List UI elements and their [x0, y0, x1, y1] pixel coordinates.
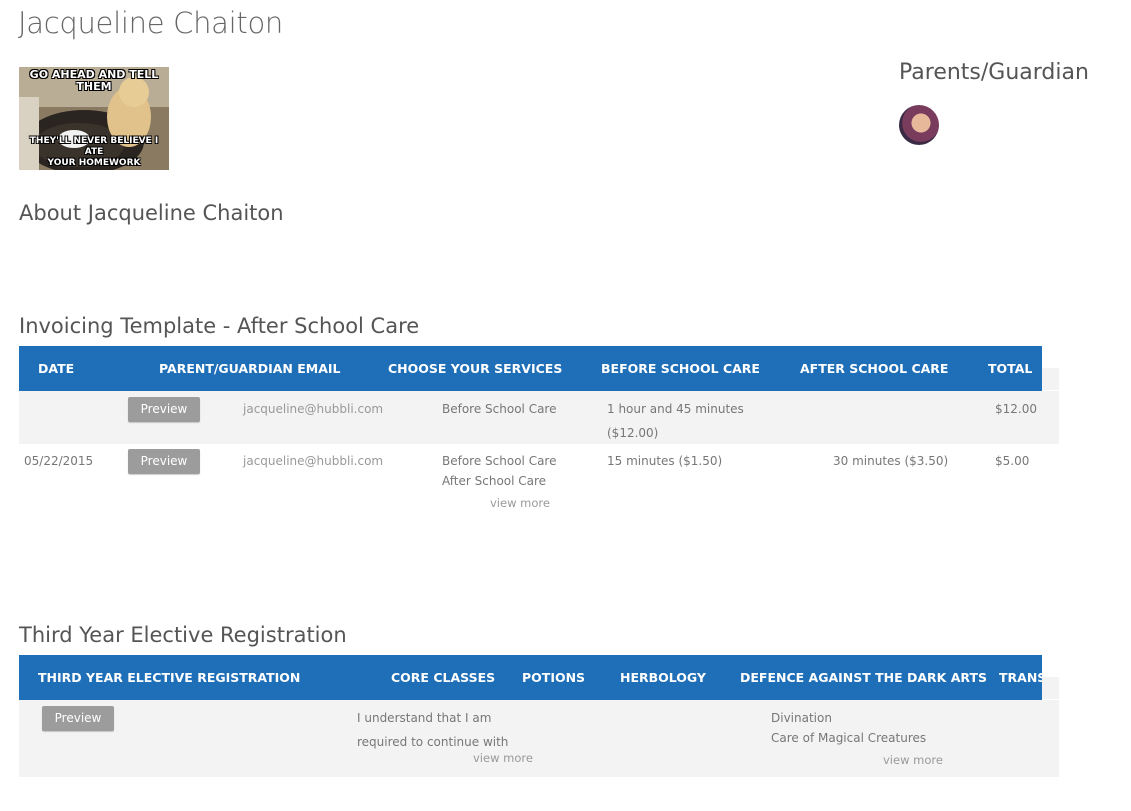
row-email: jacqueline@hubbli.com [243, 454, 384, 468]
row-defence: Divination [771, 711, 832, 725]
col-date[interactable]: DATE [38, 346, 74, 391]
view-more-link[interactable]: view more [473, 751, 533, 765]
guardian-title: Parents/Guardian [899, 60, 1089, 85]
elective-table-header: THIRD YEAR ELECTIVE REGISTRATION CORE CL… [19, 655, 1042, 700]
table-row: Preview jacqueline@hubbli.com Before Sch… [19, 391, 1059, 444]
row-defence-2: Care of Magical Creatures [771, 731, 927, 745]
page-title: Jacqueline Chaiton [18, 6, 284, 40]
photo-caption-bottom-line1: THEY'LL NEVER BELIEVE I ATE [29, 136, 159, 157]
col-herbology[interactable]: HERBOLOGY [620, 655, 706, 700]
col-potions[interactable]: POTIONS [522, 655, 585, 700]
preview-button[interactable]: Preview [128, 397, 200, 422]
guardian-avatar[interactable] [899, 105, 939, 145]
row-services: Before School Care [442, 402, 557, 416]
view-more-link[interactable]: view more [490, 496, 550, 510]
view-more-link[interactable]: view more [883, 753, 943, 767]
student-photo: GO AHEAD AND TELL THEM THEY'LL NEVER BEL… [19, 67, 169, 170]
invoicing-section-title: Invoicing Template - After School Care [19, 314, 420, 338]
row-services: Before School Care [442, 454, 557, 468]
photo-caption-bottom-line2: YOUR HOMEWORK [47, 158, 141, 168]
row-total: $12.00 [995, 402, 1037, 416]
col-before-care[interactable]: BEFORE SCHOOL CARE [601, 346, 760, 391]
preview-button[interactable]: Preview [42, 706, 114, 731]
row-after-care: 30 minutes ($3.50) [833, 454, 949, 468]
col-elective-registration[interactable]: THIRD YEAR ELECTIVE REGISTRATION [38, 655, 300, 700]
col-after-care[interactable]: AFTER SCHOOL CARE [800, 346, 948, 391]
about-title: About Jacqueline Chaiton [19, 201, 284, 225]
col-services[interactable]: CHOOSE YOUR SERVICES [388, 346, 562, 391]
row-before-care: 15 minutes ($1.50) [607, 454, 723, 468]
col-transfiguration[interactable]: TRANS [999, 655, 1042, 700]
col-defence-dark-arts[interactable]: DEFENCE AGAINST THE DARK ARTS [740, 655, 987, 700]
photo-caption-bottom: THEY'LL NEVER BELIEVE I ATE YOUR HOMEWOR… [19, 136, 169, 169]
table-row: 05/22/2015 Preview jacqueline@hubbli.com… [19, 444, 1059, 519]
row-core-classes: I understand that I am [357, 711, 492, 725]
row-services-2: After School Care [442, 474, 547, 488]
row-core-classes-2: required to continue with [357, 735, 509, 749]
table-row: Preview I understand that I am required … [19, 700, 1059, 777]
elective-section-title: Third Year Elective Registration [19, 623, 347, 647]
row-total: $5.00 [995, 454, 1030, 468]
invoicing-table-header: DATE PARENT/GUARDIAN EMAIL CHOOSE YOUR S… [19, 346, 1042, 391]
col-email[interactable]: PARENT/GUARDIAN EMAIL [159, 346, 341, 391]
row-before-care: 1 hour and 45 minutes [607, 402, 744, 416]
preview-button[interactable]: Preview [128, 449, 200, 474]
row-before-care-amount: ($12.00) [607, 426, 659, 440]
col-total[interactable]: TOTAL [988, 346, 1032, 391]
photo-caption-top: GO AHEAD AND TELL THEM [29, 68, 159, 93]
row-date: 05/22/2015 [24, 454, 94, 468]
col-core-classes[interactable]: CORE CLASSES [391, 655, 495, 700]
row-email: jacqueline@hubbli.com [243, 402, 384, 416]
